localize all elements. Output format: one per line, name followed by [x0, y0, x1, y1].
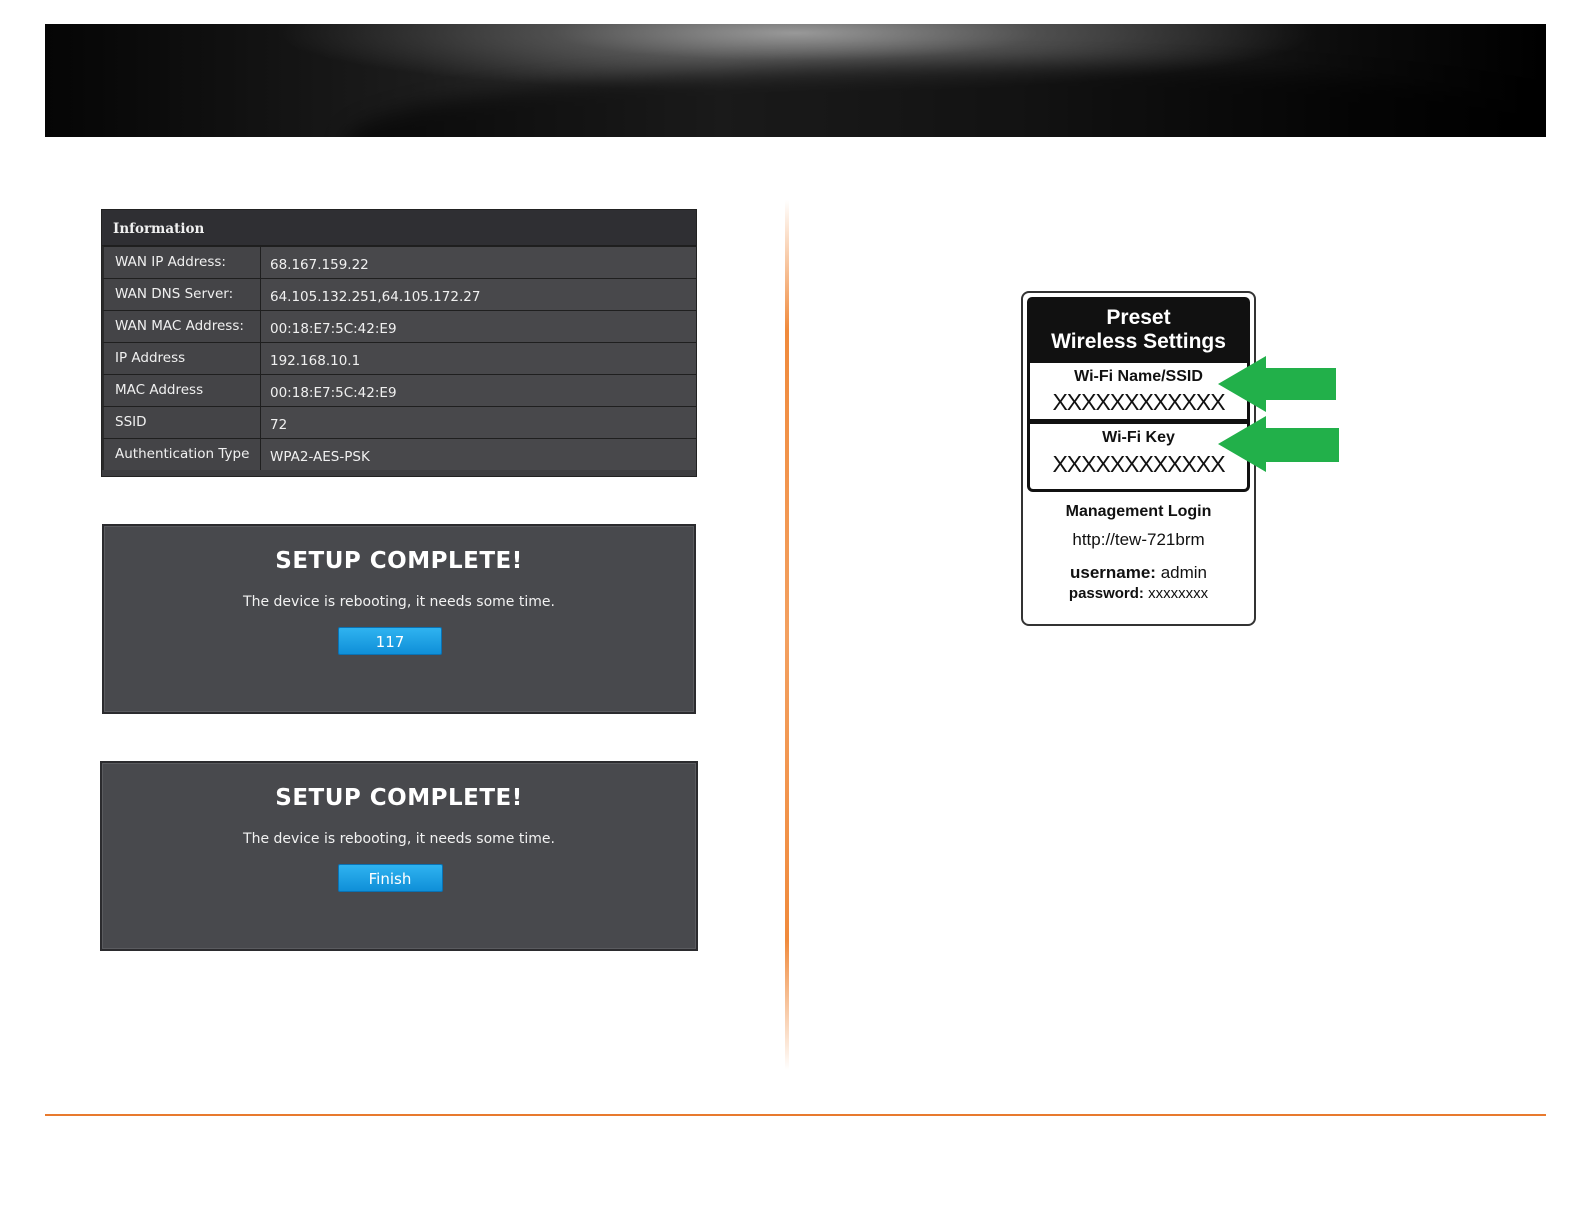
information-table: Information WAN IP Address: 68.167.159.2…: [101, 209, 697, 477]
wan-mac-value: 00:18:E7:5C:42:E9: [261, 311, 696, 342]
table-row: WAN DNS Server: 64.105.132.251,64.105.17…: [102, 278, 696, 310]
green-arrow-icon: [1218, 416, 1339, 472]
wifi-name-value: XXXXXXXXXXXX: [1052, 389, 1225, 415]
sticker-title-line2: Wireless Settings: [1051, 330, 1226, 353]
ip-address-label: IP Address: [104, 343, 261, 374]
vertical-divider: [785, 200, 789, 1070]
setup-complete-title: SETUP COMPLETE!: [275, 548, 523, 574]
sticker-title-line1: Preset: [1106, 306, 1171, 329]
header-banner: [45, 24, 1546, 137]
wan-dns-value: 64.105.132.251,64.105.172.27: [261, 279, 696, 310]
rebooting-message: The device is rebooting, it needs some t…: [243, 594, 555, 610]
rebooting-message: The device is rebooting, it needs some t…: [243, 831, 555, 847]
username-line: username: admin: [1023, 563, 1254, 583]
footer-divider: [45, 1114, 1546, 1116]
auth-type-value: WPA2-AES-PSK: [261, 439, 696, 470]
wan-dns-label: WAN DNS Server:: [104, 279, 261, 310]
management-url: http://tew-721brm: [1072, 530, 1205, 549]
table-row: WAN MAC Address: 00:18:E7:5C:42:E9: [102, 310, 696, 342]
table-row: IP Address 192.168.10.1: [102, 342, 696, 374]
setup-complete-countdown-panel: SETUP COMPLETE! The device is rebooting,…: [102, 524, 696, 714]
table-row: MAC Address 00:18:E7:5C:42:E9: [102, 374, 696, 406]
auth-type-label: Authentication Type: [104, 439, 261, 470]
ssid-label: SSID: [104, 407, 261, 438]
table-row: WAN IP Address: 68.167.159.22: [102, 246, 696, 278]
setup-complete-finish-panel: SETUP COMPLETE! The device is rebooting,…: [100, 761, 698, 951]
table-row: Authentication Type WPA2-AES-PSK: [102, 438, 696, 470]
management-login-label: Management Login: [1065, 503, 1212, 520]
wifi-key-label: Wi-Fi Key: [1102, 429, 1175, 446]
wifi-name-label: Wi-Fi Name/SSID: [1074, 368, 1203, 385]
ssid-value: 72: [261, 407, 696, 438]
setup-complete-title: SETUP COMPLETE!: [275, 785, 523, 811]
password-label: password:: [1068, 585, 1144, 602]
username-label: username:: [1069, 563, 1156, 582]
wan-ip-label: WAN IP Address:: [104, 247, 261, 278]
green-arrow-icon: [1218, 356, 1336, 412]
wan-ip-value: 68.167.159.22: [261, 247, 696, 278]
mac-address-label: MAC Address: [104, 375, 261, 406]
mac-address-value: 00:18:E7:5C:42:E9: [261, 375, 696, 406]
countdown-button: 117: [338, 627, 442, 655]
wan-mac-label: WAN MAC Address:: [104, 311, 261, 342]
password-value: xxxxxxxx: [1148, 585, 1209, 602]
password-line: password: xxxxxxxx: [1023, 585, 1254, 602]
username-value: admin: [1160, 563, 1208, 582]
table-row: SSID 72: [102, 406, 696, 438]
wifi-key-value: XXXXXXXXXXXX: [1052, 451, 1225, 477]
ip-address-value: 192.168.10.1: [261, 343, 696, 374]
information-header: Information: [102, 210, 696, 246]
sticker-separator: [1030, 419, 1247, 424]
finish-button[interactable]: Finish: [337, 864, 443, 892]
